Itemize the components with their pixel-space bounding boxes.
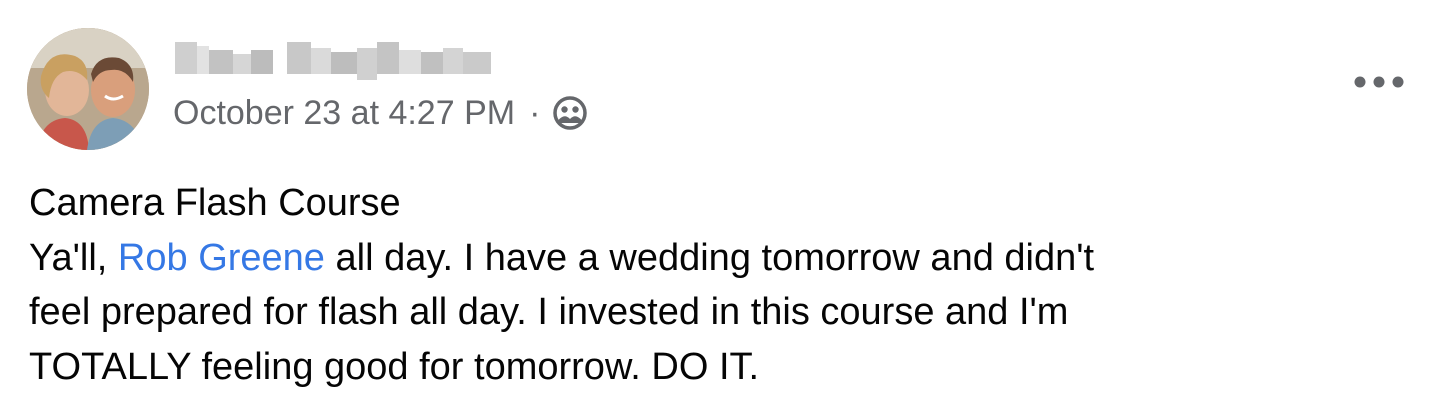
blurred-name-icon xyxy=(175,42,491,80)
post-line-3: TOTALLY feeling good for tomorrow. DO IT… xyxy=(29,345,760,388)
post-line-1: Ya'll, Rob Greene all day. I have a wedd… xyxy=(29,231,1419,286)
avatar-photo xyxy=(27,28,149,150)
post-meta: October 23 at 4:27 PM · xyxy=(173,90,588,136)
avatar[interactable] xyxy=(27,28,149,150)
post-timestamp[interactable]: October 23 at 4:27 PM xyxy=(173,90,515,136)
more-options-button[interactable] xyxy=(1348,62,1410,102)
mention-link[interactable]: Rob Greene xyxy=(118,237,325,279)
post-text: Camera Flash Course Ya'll, Rob Greene al… xyxy=(29,176,1419,394)
more-options-icon xyxy=(1354,76,1404,88)
post-line-1-suffix: all day. I have a wedding tomorrow and d… xyxy=(324,236,1095,279)
post-line-1-prefix: Ya'll, xyxy=(29,236,118,279)
meta-separator: · xyxy=(529,94,541,132)
author-name-blurred[interactable] xyxy=(173,36,503,80)
facebook-post: October 23 at 4:27 PM · Camera Flash Cou… xyxy=(0,0,1444,418)
post-line-2: feel prepared for flash all day. I inves… xyxy=(29,291,1069,333)
post-title: Camera Flash Course xyxy=(29,182,401,224)
friends-icon[interactable] xyxy=(552,95,588,131)
